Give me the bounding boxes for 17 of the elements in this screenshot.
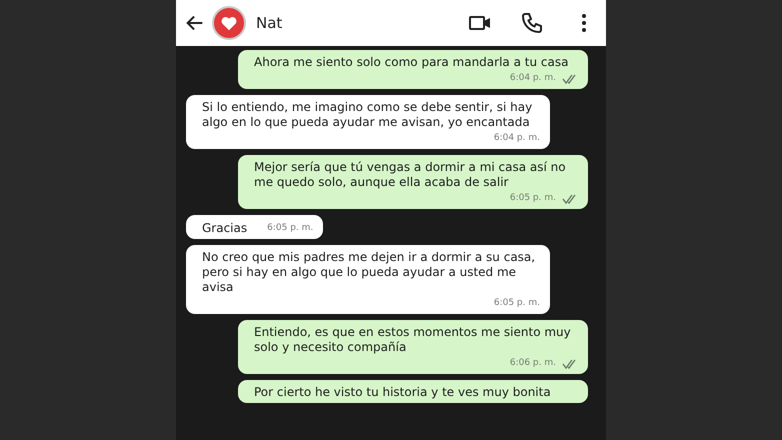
heart-icon [220, 15, 238, 31]
message-time: 6:06 p. m. [510, 357, 556, 370]
contact-name[interactable]: Nat [256, 14, 440, 32]
message-time: 6:05 p. m. [510, 192, 556, 205]
message-time: 6:04 p. m. [510, 72, 556, 85]
message-text: Gracias [202, 221, 248, 236]
message-time: 6:04 p. m. [494, 132, 540, 145]
message-text: Mejor sería que tú vengas a dormir a mi casa así no me quedo solo, aunque ella acaba de salir [254, 160, 567, 190]
message-text: No creo que mis padres me dejen ir a dormir a su casa, pero si hay en algo que lo pueda ayudar a usted me avisa [202, 250, 536, 295]
message-text: Por cierto he visto tu historia y te ves muy bonita [254, 385, 552, 400]
message-text: Ahora me siento solo como para mandarla a tu casa [254, 55, 570, 70]
contact-avatar[interactable] [212, 6, 246, 40]
message-text: Entiendo, es que en estos momentos me siento muy solo y necesito compañía [254, 325, 572, 355]
message-time: 6:05 p. m. [267, 222, 314, 235]
message-text: Si lo entiendo, me imagino como se debe sentir, si hay algo en lo que pueda ayudar me avisan, yo encantada [202, 100, 534, 130]
phone-icon[interactable] [520, 11, 544, 35]
message-time: 6:05 p. m. [494, 297, 540, 310]
